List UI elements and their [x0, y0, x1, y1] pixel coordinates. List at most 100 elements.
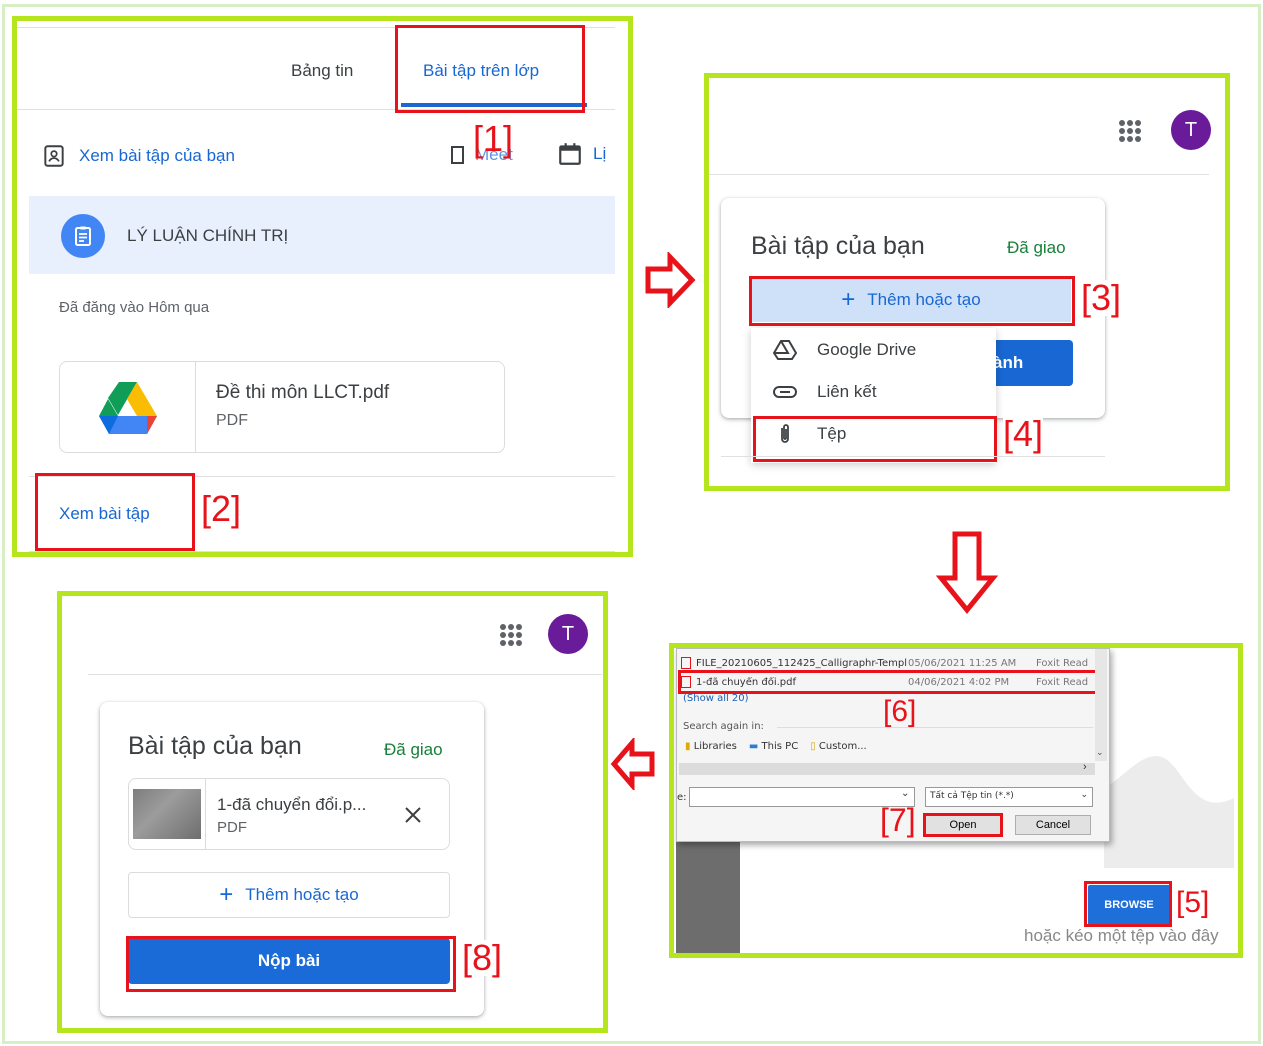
- avatar[interactable]: T: [548, 614, 588, 654]
- plus-icon: +: [219, 881, 234, 908]
- location-this-pc[interactable]: ▬ This PC: [749, 741, 798, 752]
- menu-item-label: Google Drive: [817, 340, 917, 359]
- mark-done-label: ành: [993, 353, 1024, 372]
- apps-grid-icon[interactable]: [500, 624, 522, 646]
- drag-hint: hoặc kéo một tệp vào đây: [1024, 926, 1219, 945]
- panel-file-dialog: FILE_20210605_112425_Calligraphr-Templ..…: [669, 643, 1243, 958]
- divider: [777, 727, 1093, 728]
- arrow-left-icon: [610, 738, 655, 790]
- filetype-select[interactable]: Tất cả Tệp tin (*.*) ⌄: [925, 787, 1093, 807]
- attachment-card[interactable]: Đề thi môn LLCT.pdf PDF: [59, 361, 505, 453]
- location-libraries[interactable]: ▮ Libraries: [685, 741, 737, 752]
- cloud-icon: [1104, 755, 1234, 868]
- card-title: Bài tập của bạn: [751, 232, 925, 260]
- calendar-link[interactable]: Lị: [557, 141, 606, 167]
- location-label: Custom...: [818, 741, 867, 752]
- header-divider: [88, 674, 602, 675]
- file-type: PDF: [217, 819, 247, 836]
- cancel-label: Cancel: [1035, 819, 1071, 831]
- folder-icon: ▮: [685, 741, 691, 752]
- close-icon[interactable]: [403, 805, 423, 825]
- divider: [29, 551, 615, 552]
- add-or-create-label: Thêm hoặc tạo: [245, 885, 359, 904]
- callout-5: [5]: [1176, 886, 1210, 919]
- horizontal-scrollbar[interactable]: [679, 763, 1095, 775]
- filename-dropdown-icon[interactable]: ⌄: [901, 788, 909, 799]
- card-bottom-edge: [721, 456, 1105, 464]
- location-label: Libraries: [693, 741, 737, 752]
- status-badge: Đã giao: [384, 740, 443, 759]
- google-drive-icon: [98, 382, 157, 434]
- location-label: This PC: [761, 741, 799, 752]
- show-all-link[interactable]: (Show all 20): [683, 693, 749, 704]
- arrow-right-icon: [645, 252, 696, 308]
- assignment-ind-icon: [44, 145, 64, 167]
- highlight-2: [35, 473, 195, 551]
- pdf-icon: [681, 657, 691, 669]
- highlight-7: [923, 813, 1003, 837]
- assignment-icon-circle: [61, 214, 105, 258]
- file-thumbnail: [133, 789, 201, 839]
- file-row[interactable]: FILE_20210605_112425_Calligraphr-Templ..…: [681, 655, 1097, 671]
- view-your-work-label: Xem bài tập của bạn: [79, 146, 235, 165]
- attachment-name: Đề thi môn LLCT.pdf: [216, 382, 390, 403]
- chevron-down-icon: ⌄: [1080, 790, 1088, 800]
- mark-done-button[interactable]: ành: [989, 340, 1073, 386]
- calendar-icon: [559, 143, 581, 165]
- topic-header: LÝ LUẬN CHÍNH TRỊ: [29, 196, 615, 274]
- drive-thumb: [60, 362, 196, 452]
- search-again-label: Search again in:: [683, 721, 764, 732]
- highlight-8: [126, 936, 456, 992]
- menu-item-label: Liên kết: [817, 382, 877, 401]
- assignment-icon: [75, 226, 91, 246]
- highlight-3: [749, 276, 1075, 326]
- card-title: Bài tập của bạn: [128, 732, 302, 760]
- view-your-work-link[interactable]: Xem bài tập của bạn: [41, 143, 235, 169]
- menu-item-google-drive[interactable]: Google Drive: [751, 330, 996, 370]
- apps-grid-icon[interactable]: [1119, 120, 1141, 142]
- callout-1: [1]: [473, 118, 514, 159]
- drive-outline-icon: [773, 340, 797, 360]
- callout-4: [4]: [1003, 413, 1044, 454]
- topic-title[interactable]: LÝ LUẬN CHÍNH TRỊ: [127, 226, 288, 246]
- panel-submit: T Bài tập của bạn Đã giao 1-đã chuyển đổ…: [57, 591, 608, 1033]
- highlight-1: [395, 25, 585, 113]
- location-custom[interactable]: ▯ Custom...: [810, 741, 867, 752]
- highlight-5: [1084, 881, 1172, 927]
- vertical-scrollbar[interactable]: [1095, 649, 1107, 761]
- file-type: Foxit Read: [1036, 657, 1089, 669]
- file-date: 05/06/2021 11:25 AM: [908, 657, 1017, 669]
- search-locations: ▮ Libraries ▬ This PC ▯ Custom...: [685, 741, 867, 752]
- computer-icon: ▬: [748, 741, 759, 752]
- file-name: FILE_20210605_112425_Calligraphr-Templ..…: [696, 657, 908, 669]
- thumb-divider: [205, 779, 206, 849]
- panel-add-menu: T Bài tập của bạn Đã giao + Thêm hoặc tạ…: [704, 73, 1230, 491]
- posted-date: Đã đăng vào Hôm qua: [59, 299, 210, 316]
- menu-item-link[interactable]: Liên kết: [751, 372, 996, 412]
- video-icon: [451, 146, 464, 164]
- callout-3: [3]: [1081, 277, 1122, 318]
- scroll-right-icon[interactable]: ›: [1083, 761, 1087, 773]
- callout-6: [6]: [883, 695, 917, 728]
- callout-7: [7]: [880, 802, 916, 838]
- scroll-down-icon[interactable]: ⌄: [1096, 747, 1104, 758]
- avatar[interactable]: T: [1171, 110, 1211, 150]
- callout-8: [8]: [462, 937, 503, 978]
- callout-2: [2]: [201, 488, 242, 529]
- header-divider: [709, 174, 1209, 175]
- dark-strip: [676, 838, 740, 953]
- arrow-down-icon: [936, 531, 998, 614]
- link-icon: [773, 386, 797, 398]
- panel-classwork: Bảng tin Bài tập trên lớp Xem bài tập củ…: [12, 16, 633, 557]
- folder-icon: ▯: [810, 741, 816, 752]
- filename-label: e:: [677, 792, 687, 803]
- status-badge: Đã giao: [1007, 238, 1066, 257]
- file-name: 1-đã chuyển đổi.p...: [217, 795, 367, 814]
- cancel-button[interactable]: Cancel: [1015, 815, 1091, 835]
- highlight-6: [678, 670, 1106, 694]
- add-or-create-button[interactable]: + Thêm hoặc tạo: [128, 872, 450, 918]
- attached-file[interactable]: 1-đã chuyển đổi.p... PDF: [128, 778, 450, 850]
- calendar-label: Lị: [593, 144, 607, 163]
- filetype-value: Tất cả Tệp tin (*.*): [930, 791, 1014, 801]
- tab-stream[interactable]: Bảng tin: [291, 61, 353, 81]
